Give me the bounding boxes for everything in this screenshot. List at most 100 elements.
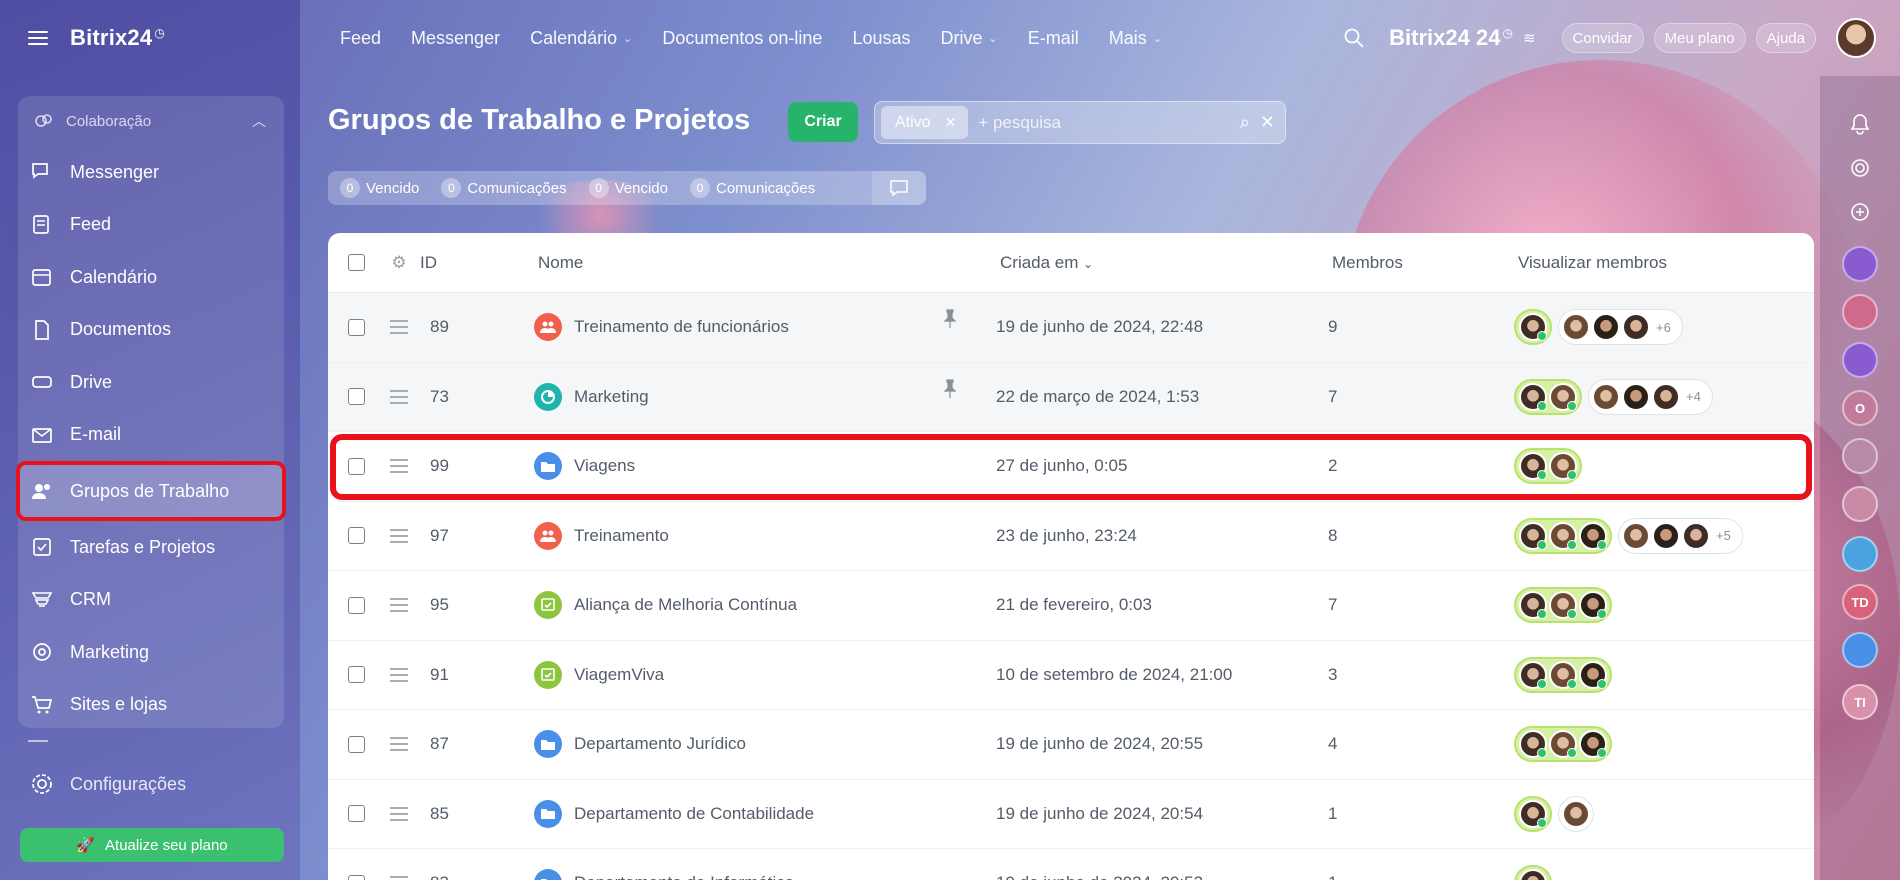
row-checkbox[interactable]: [347, 596, 365, 614]
drag-handle-icon[interactable]: [384, 459, 414, 474]
member-avatar[interactable]: [1592, 313, 1620, 342]
group-name-link[interactable]: Marketing: [574, 387, 649, 407]
member-avatar[interactable]: [1652, 521, 1680, 550]
sidebar-item-documentos[interactable]: Documentos: [18, 304, 284, 357]
sidebar-item-feed[interactable]: Feed: [18, 199, 284, 252]
member-avatar[interactable]: [1519, 452, 1547, 481]
pin-icon[interactable]: [943, 309, 957, 334]
member-avatar[interactable]: [1592, 382, 1620, 411]
member-avatar-group[interactable]: +4: [1588, 378, 1713, 415]
header-members[interactable]: Membros: [1332, 253, 1518, 273]
member-avatar[interactable]: [1519, 382, 1547, 411]
owner-avatar-group[interactable]: [1514, 378, 1582, 415]
header-name[interactable]: Nome: [538, 253, 1000, 273]
sidebar-item-e-mail[interactable]: E-mail: [18, 409, 284, 462]
search-input[interactable]: [978, 112, 1240, 133]
pin-icon[interactable]: [943, 379, 957, 404]
settings-item[interactable]: Configurações: [30, 772, 186, 796]
row-checkbox[interactable]: [347, 457, 365, 475]
user-avatar[interactable]: [1836, 18, 1876, 58]
row-checkbox[interactable]: [347, 527, 365, 545]
create-button[interactable]: Criar: [788, 102, 858, 142]
search-icon-inline[interactable]: ⌕: [1240, 112, 1250, 133]
member-avatar[interactable]: [1549, 730, 1577, 759]
member-avatar[interactable]: [1549, 521, 1577, 550]
member-avatar[interactable]: [1549, 452, 1577, 481]
topnav-e-mail[interactable]: E-mail: [1028, 28, 1079, 49]
owner-avatar-group[interactable]: [1514, 726, 1612, 763]
topnav-feed[interactable]: Feed: [340, 28, 381, 49]
owner-avatar-group[interactable]: [1514, 587, 1612, 624]
member-avatar-group[interactable]: [1558, 795, 1594, 832]
group-avatar-icon[interactable]: [1842, 294, 1878, 330]
sidebar-item-marketing[interactable]: Marketing: [18, 626, 284, 679]
upgrade-plan-button[interactable]: 🚀 Atualize seu plano: [20, 828, 284, 862]
member-avatar[interactable]: [1519, 730, 1547, 759]
help-button[interactable]: Ajuda: [1755, 23, 1816, 53]
group-name-link[interactable]: Aliança de Melhoria Contínua: [574, 595, 797, 615]
chat-sync-icon[interactable]: [1842, 194, 1878, 230]
avatar-icon[interactable]: [1842, 342, 1878, 378]
counter-comunicações[interactable]: 0 Comunicações: [678, 178, 825, 198]
drag-handle-icon[interactable]: [384, 320, 414, 335]
topnav-documentos-on-line[interactable]: Documentos on-line: [662, 28, 822, 49]
topnav-mais[interactable]: Mais ⌄: [1109, 28, 1162, 49]
sidebar-item-tarefas-e-projetos[interactable]: Tarefas e Projetos: [18, 521, 284, 574]
avatar-initials-ti[interactable]: TI: [1842, 684, 1878, 720]
topnav-lousas[interactable]: Lousas: [852, 28, 910, 49]
table-row[interactable]: 85 Departamento de Contabilidade 19 de jun…: [328, 780, 1814, 849]
counter-comunicações[interactable]: 0 Comunicações: [429, 178, 576, 198]
sidebar-item-drive[interactable]: Drive: [18, 356, 284, 409]
drag-handle-icon[interactable]: [384, 737, 414, 752]
member-avatar[interactable]: [1549, 382, 1577, 411]
search-icon[interactable]: [1343, 27, 1365, 49]
filter-chip-active[interactable]: Ativo ✕: [881, 106, 969, 139]
member-avatar[interactable]: [1622, 382, 1650, 411]
bookmark-icon[interactable]: [1842, 632, 1878, 668]
counter-vencido[interactable]: 0 Vencido: [328, 178, 429, 198]
owner-avatar-group[interactable]: [1514, 517, 1612, 554]
member-avatar[interactable]: [1622, 521, 1650, 550]
member-avatar[interactable]: [1549, 591, 1577, 620]
table-row[interactable]: 91 ViagemViva 10 de setembro de 2024, 21:0…: [328, 641, 1814, 710]
owner-avatar-group[interactable]: [1514, 656, 1612, 693]
group-name-link[interactable]: Departamento Jurídico: [574, 734, 746, 754]
chevron-up-icon[interactable]: ︿: [252, 111, 266, 131]
table-row[interactable]: 99 Viagens 27 de junho, 0:05 2: [328, 432, 1814, 502]
settings-sliders-icon[interactable]: ≋: [1523, 29, 1536, 47]
chip-close-icon[interactable]: ✕: [945, 114, 957, 131]
drag-handle-icon[interactable]: [384, 389, 414, 404]
avatar-icon[interactable]: [1842, 438, 1878, 474]
group-name-link[interactable]: Departamento de Informática: [574, 873, 794, 880]
search-bar[interactable]: Ativo ✕ ⌕ ✕: [874, 101, 1286, 144]
select-all-checkbox[interactable]: [347, 254, 365, 271]
drag-handle-icon[interactable]: [384, 667, 414, 682]
member-avatar[interactable]: [1562, 799, 1590, 828]
topnav-drive[interactable]: Drive ⌄: [941, 28, 998, 49]
sidebar-item-calend-rio[interactable]: Calendário: [18, 251, 284, 304]
member-avatar-group[interactable]: +5: [1618, 517, 1743, 554]
row-checkbox[interactable]: [347, 805, 365, 823]
sidebar-item-messenger[interactable]: Messenger: [18, 146, 284, 199]
bell-icon[interactable]: [1842, 106, 1878, 142]
drag-handle-icon[interactable]: [384, 528, 414, 543]
member-avatar[interactable]: [1562, 313, 1590, 342]
table-row[interactable]: 89 Treinamento de funcionários 19 de junho…: [328, 293, 1814, 363]
member-avatar[interactable]: [1579, 660, 1607, 689]
brand-logo[interactable]: Bitrix24 ◷: [70, 25, 165, 51]
header-created[interactable]: Criada em ⌄: [1000, 253, 1332, 273]
member-avatar[interactable]: [1519, 869, 1547, 880]
table-row[interactable]: 83 Departamento de Informática 19 de junho…: [328, 849, 1814, 880]
member-avatar[interactable]: [1549, 660, 1577, 689]
table-row[interactable]: 95 Aliança de Melhoria Contínua 21 de feve…: [328, 571, 1814, 641]
avatar-initial-o[interactable]: O: [1842, 390, 1878, 426]
group-name-link[interactable]: Viagens: [574, 456, 635, 476]
member-avatar[interactable]: [1682, 521, 1710, 550]
member-avatar[interactable]: [1579, 591, 1607, 620]
member-avatar[interactable]: [1519, 313, 1547, 342]
row-checkbox[interactable]: [347, 735, 365, 753]
row-checkbox[interactable]: [347, 874, 365, 880]
group-name-link[interactable]: ViagemViva: [574, 665, 664, 685]
owner-avatar-group[interactable]: [1514, 448, 1582, 485]
owner-avatar-group[interactable]: [1514, 865, 1552, 880]
